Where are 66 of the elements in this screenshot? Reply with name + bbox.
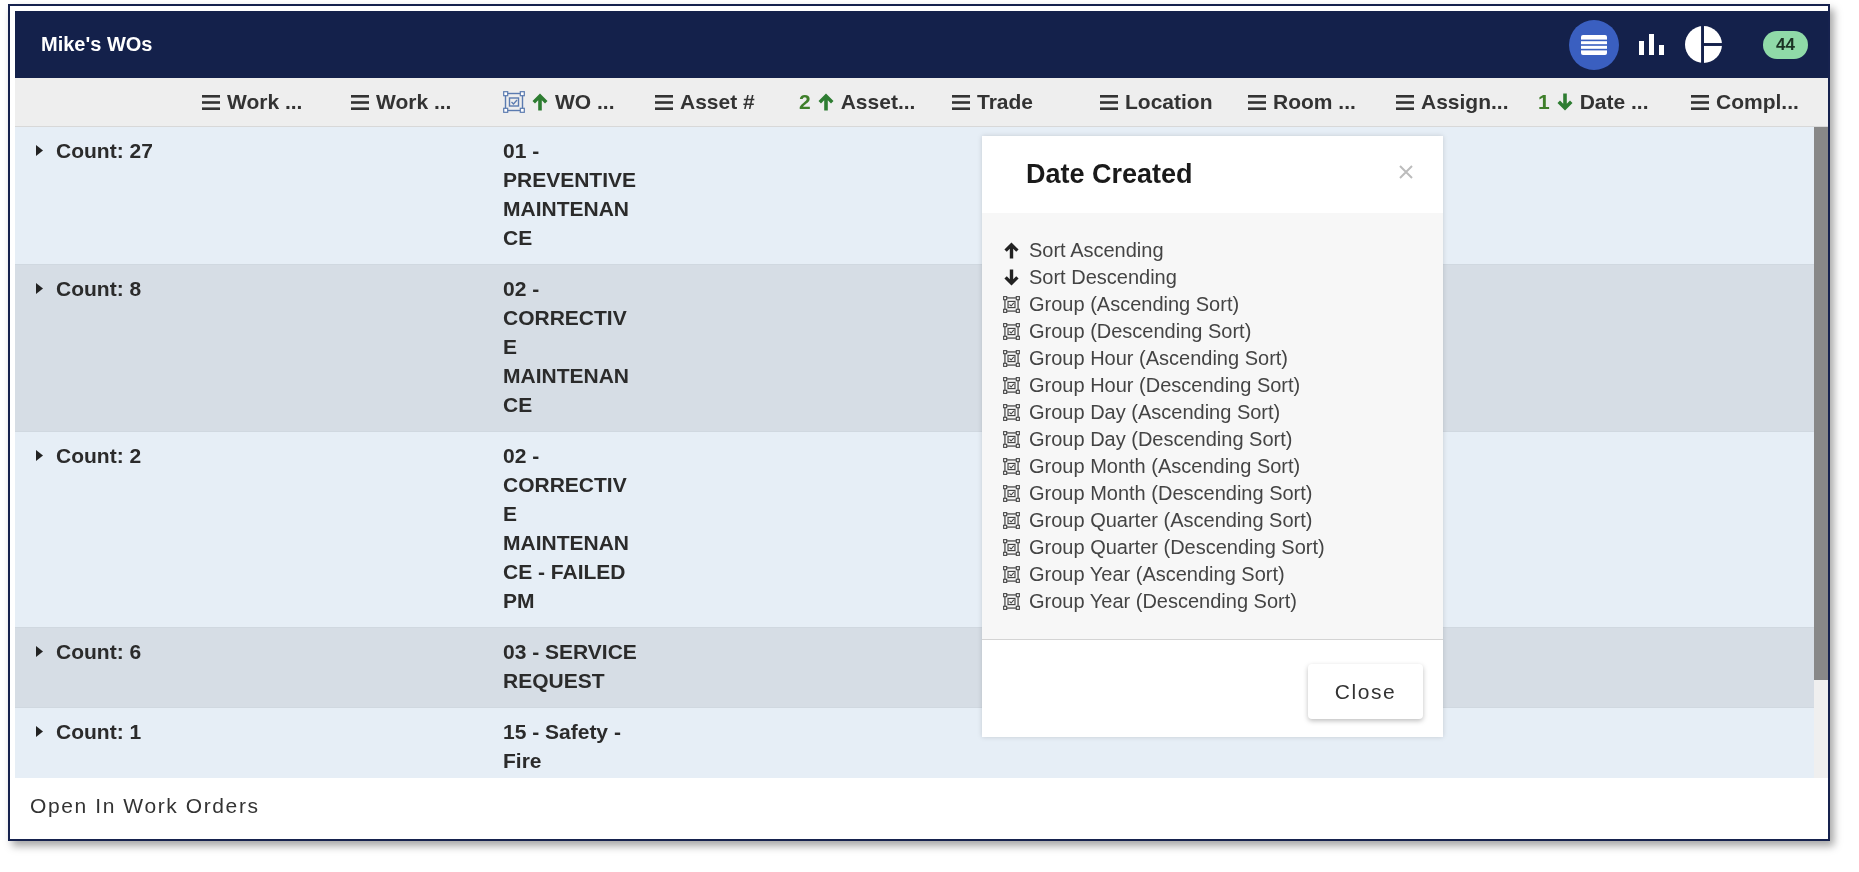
column-header[interactable]: 1 Date ...	[1538, 90, 1649, 114]
table-cell-text: 03 - SERVICE REQUEST	[503, 639, 638, 694]
group-icon	[1003, 566, 1020, 583]
group-icon	[1003, 296, 1020, 313]
bar-chart-icon	[1639, 34, 1666, 55]
close-button[interactable]: Close	[1308, 664, 1423, 719]
group-icon	[1003, 458, 1020, 475]
menu-item[interactable]: Group Month (Ascending Sort)	[1003, 453, 1301, 480]
group-icon	[1003, 593, 1020, 610]
column-header[interactable]: 2 Asset...	[799, 90, 916, 114]
caret-icon[interactable]	[36, 283, 43, 294]
group-icon	[1003, 485, 1020, 502]
sort-priority: 2	[799, 90, 811, 114]
menu-item[interactable]: Group Quarter (Ascending Sort)	[1003, 507, 1313, 534]
count-badge: 44	[1763, 30, 1808, 59]
column-header[interactable]: Work ...	[351, 90, 452, 114]
column-header[interactable]: Trade	[952, 90, 1034, 114]
table-cell-text: 02 - CORRECTIVE MAINTENANCE	[503, 276, 630, 418]
menu-item[interactable]: Sort Descending	[1003, 264, 1177, 291]
arrow-down-icon	[1003, 269, 1020, 286]
view-button[interactable]	[1639, 34, 1666, 55]
menu-item[interactable]: Group (Descending Sort)	[1003, 318, 1252, 345]
table-cell-text: 15 - Safety - Fire	[503, 719, 622, 774]
column-header[interactable]: Work ...	[202, 90, 303, 114]
sort-priority: 1	[1538, 90, 1550, 114]
menu-item[interactable]: Group Day (Descending Sort)	[1003, 426, 1293, 453]
menu-item[interactable]: Group Year (Descending Sort)	[1003, 588, 1297, 615]
column-header[interactable]: Location	[1100, 90, 1213, 114]
group-count: Count: 27	[56, 138, 153, 164]
menu-item[interactable]: Group Month (Descending Sort)	[1003, 480, 1313, 507]
work-orders-link[interactable]: Open In Work Orders	[30, 794, 260, 818]
menu-item[interactable]: Group Day (Ascending Sort)	[1003, 399, 1281, 426]
table-cell-text: 02 - CORRECTIVE MAINTENANCE - FAILED PM	[503, 443, 630, 614]
menu-item[interactable]: Group Quarter (Descending Sort)	[1003, 534, 1325, 561]
menu-item[interactable]: Group (Ascending Sort)	[1003, 291, 1240, 318]
arrow-up-icon	[1003, 242, 1020, 259]
column-header[interactable]: Asset #	[655, 90, 755, 114]
dialog-title: Date Created	[1026, 159, 1193, 190]
view-button[interactable]	[1685, 26, 1723, 63]
group-icon	[1003, 431, 1020, 448]
window-title: Mike's WOs	[41, 33, 153, 56]
group-icon	[1003, 404, 1020, 421]
group-count: Count: 1	[56, 719, 142, 745]
group-count: Count: 2	[56, 443, 142, 469]
group-icon	[1003, 512, 1020, 529]
group-icon	[1003, 377, 1020, 394]
group-icon	[1003, 539, 1020, 556]
menu-item[interactable]: Group Year (Ascending Sort)	[1003, 561, 1285, 588]
group-icon	[1003, 323, 1020, 340]
group-count: Count: 8	[56, 276, 142, 302]
menu-item[interactable]: Group Hour (Descending Sort)	[1003, 372, 1301, 399]
menu-item[interactable]: Sort Ascending	[1003, 237, 1164, 264]
group-icon	[1003, 350, 1020, 367]
caret-icon[interactable]	[36, 145, 43, 156]
column-header[interactable]: WO ...	[503, 90, 615, 114]
table-icon	[1581, 34, 1608, 55]
column-header[interactable]: Compl...	[1691, 90, 1799, 114]
caret-icon[interactable]	[36, 726, 43, 737]
table-cell-text: 01 - PREVENTIVE MAINTENANCE	[503, 138, 638, 251]
group-count: Count: 6	[56, 639, 142, 665]
column-header[interactable]: Assign...	[1396, 90, 1509, 114]
caret-icon[interactable]	[36, 646, 43, 657]
pie-chart-icon	[1685, 26, 1723, 63]
menu-item[interactable]: Group Hour (Ascending Sort)	[1003, 345, 1288, 372]
caret-icon[interactable]	[36, 450, 43, 461]
column-header[interactable]: Room ...	[1248, 90, 1356, 114]
